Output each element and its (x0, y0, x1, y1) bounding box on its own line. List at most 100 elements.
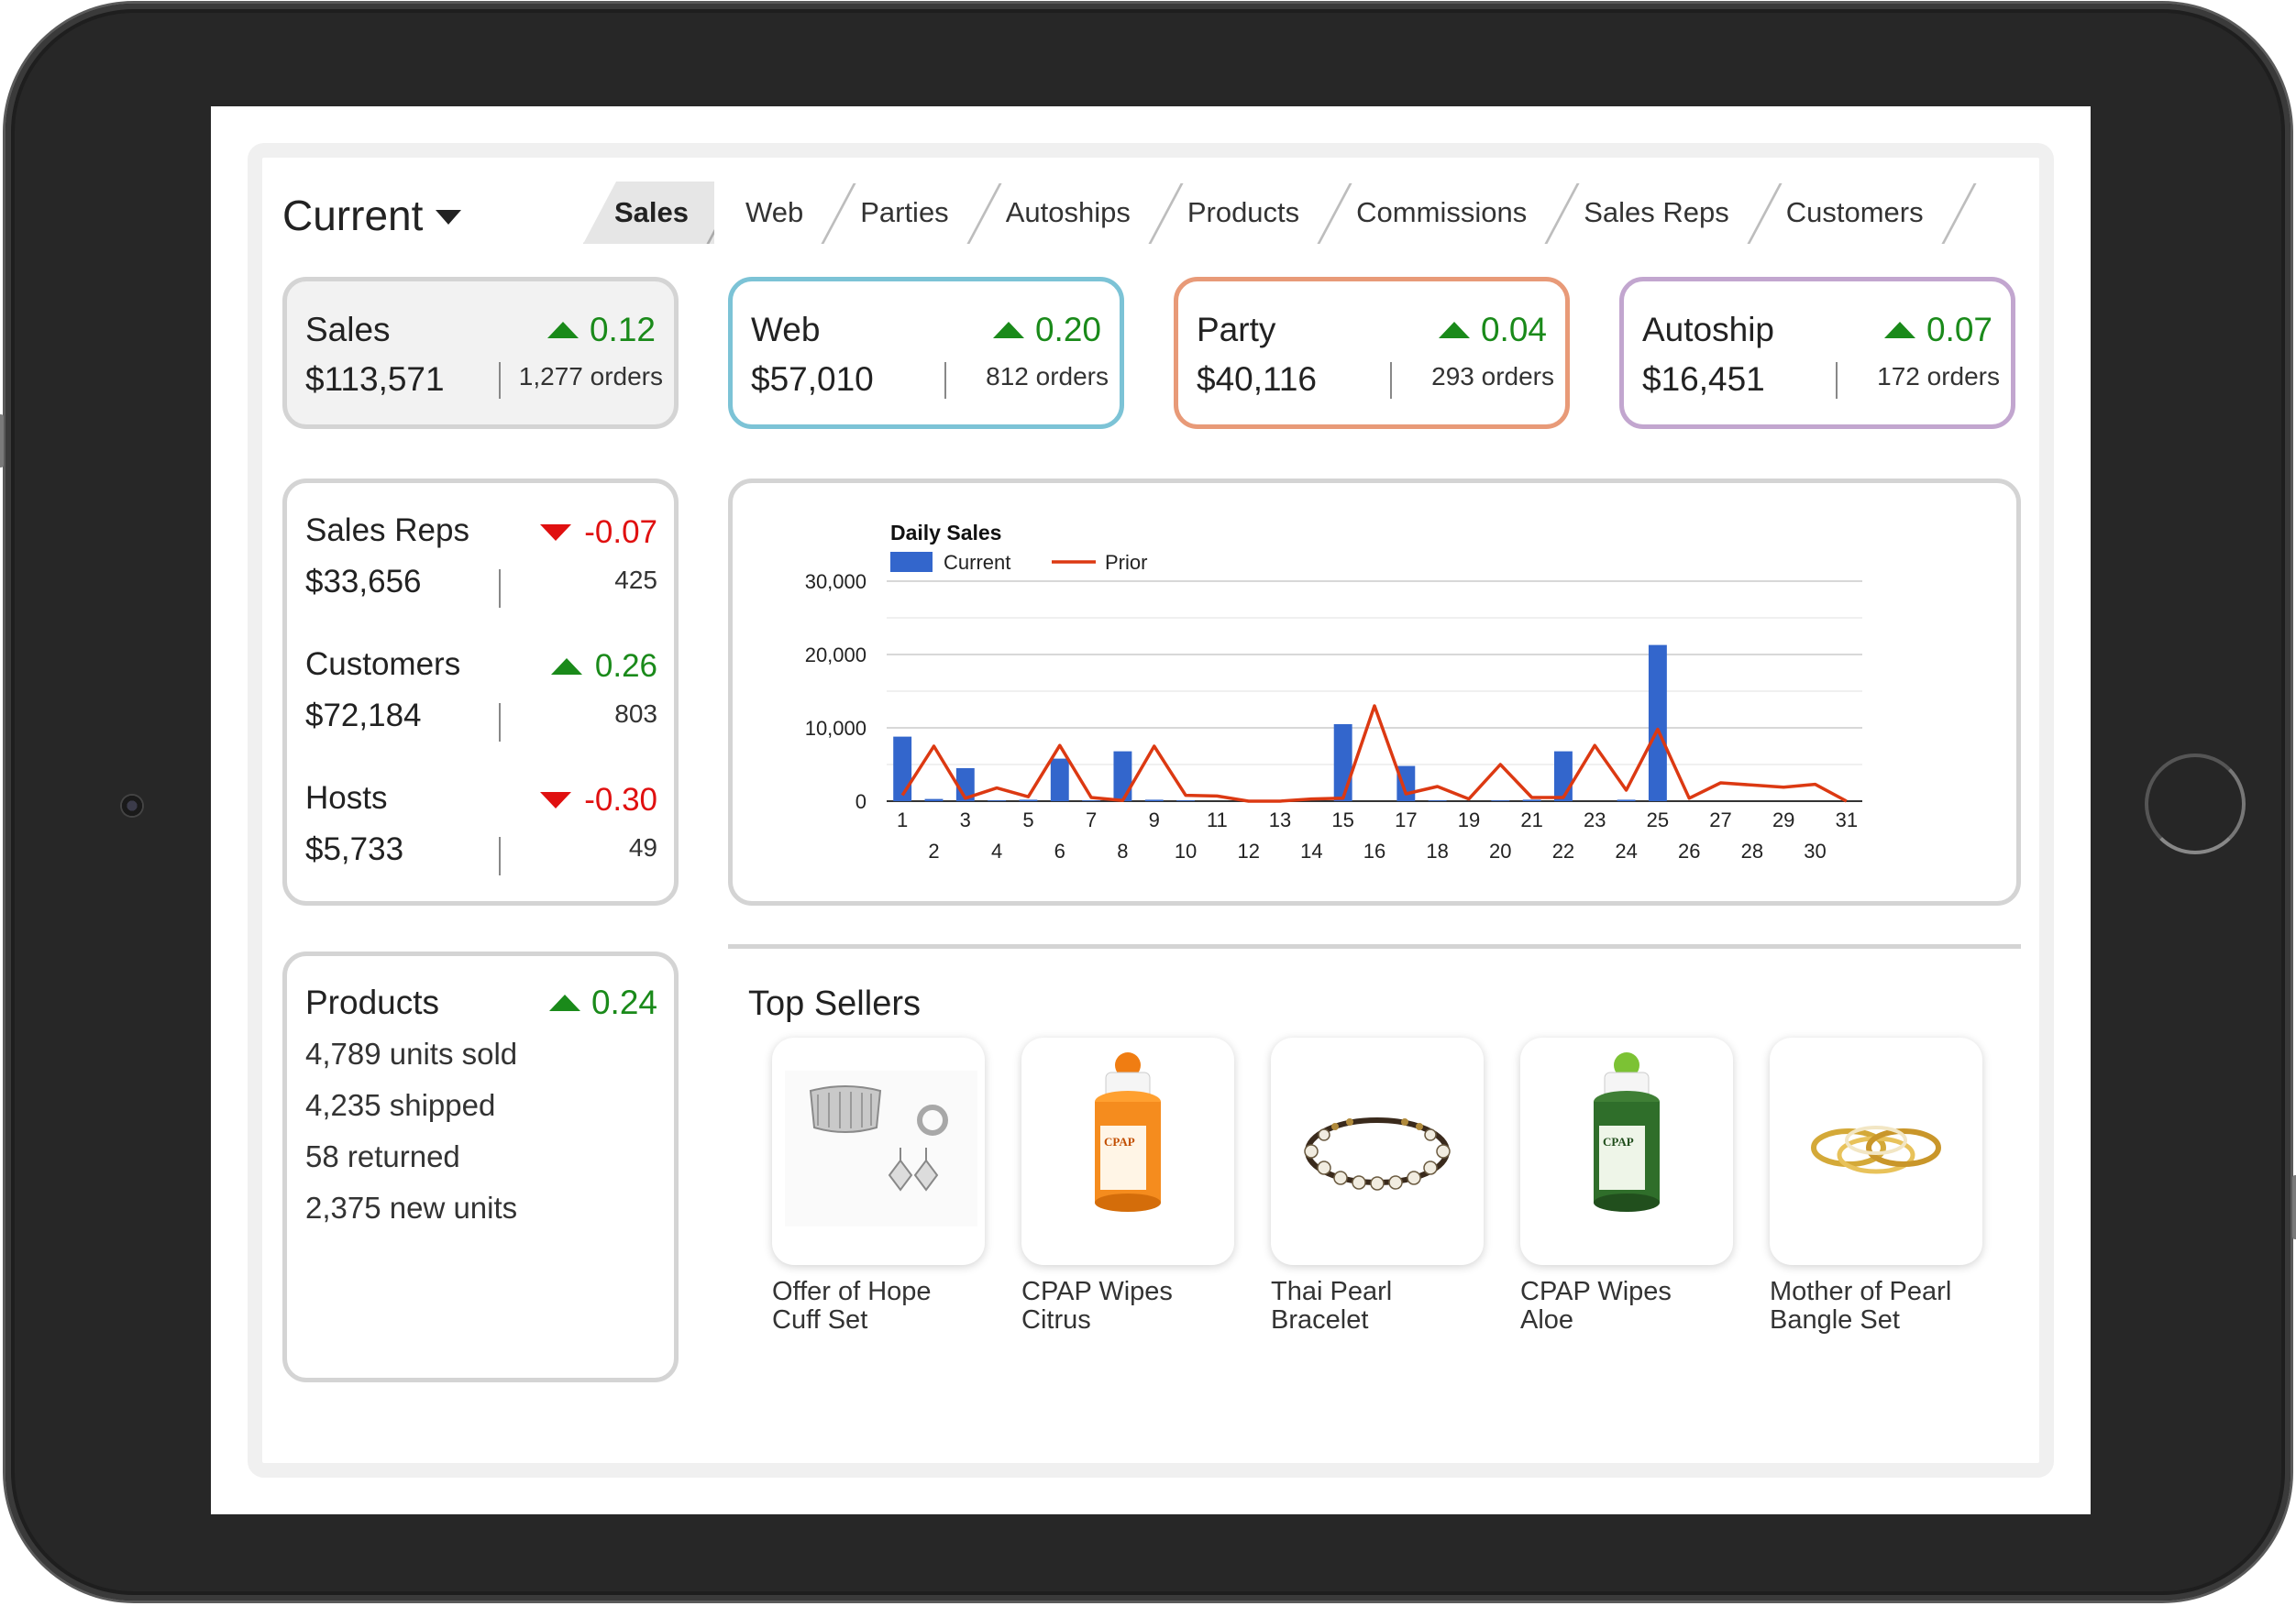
tab-autoships[interactable]: Autoships (975, 182, 1156, 244)
top-seller-item[interactable]: Thai Pearl Bracelet (1271, 1038, 1484, 1335)
chart-title: Daily Sales (890, 521, 1001, 544)
svg-text:CPAP: CPAP (1104, 1135, 1135, 1149)
kpi-name: Sales (305, 311, 391, 348)
product-thumbnail[interactable]: CPAP (1520, 1038, 1733, 1265)
product-name[interactable]: Offer of Hope Cuff Set (772, 1278, 1001, 1335)
kpi-orders: 812 orders (986, 362, 1109, 390)
stat-delta-value: 0.26 (594, 648, 657, 684)
tab-customers[interactable]: Customers (1755, 182, 1949, 244)
kpi-orders: 1,277 orders (518, 362, 663, 390)
product-name-line: Aloe (1520, 1305, 1574, 1335)
arrow-up-icon (548, 995, 580, 1011)
x-tick-label: 5 (1022, 808, 1033, 831)
products-delta: 0.24 (548, 984, 657, 1022)
kpi-delta-value: 0.04 (1480, 311, 1547, 348)
x-tick-label: 22 (1552, 840, 1574, 863)
kpi-card-sales[interactable]: Sales 0.12 $113,571 1,277 orders (282, 277, 679, 429)
product-thumbnail[interactable] (772, 1038, 985, 1265)
kpi-card-party[interactable]: Party 0.04 $40,116 293 orders (1174, 277, 1570, 429)
x-tick-label: 18 (1426, 840, 1448, 863)
divider (1390, 362, 1392, 399)
stats-card[interactable]: Sales Reps -0.07 $33,656 425 Customers 0… (282, 478, 679, 906)
x-tick-label: 6 (1054, 840, 1065, 863)
stat-name: Sales Reps (305, 512, 469, 548)
x-tick-label: 25 (1647, 808, 1669, 831)
products-name: Products (305, 984, 440, 1021)
bar (1491, 800, 1510, 801)
product-name[interactable]: CPAP Wipes Aloe (1520, 1278, 1750, 1335)
kpi-delta: 0.12 (546, 311, 656, 349)
x-tick-label: 27 (1709, 808, 1731, 831)
product-thumbnail[interactable]: CPAP (1021, 1038, 1234, 1265)
top-seller-item[interactable]: Offer of Hope Cuff Set (772, 1038, 985, 1335)
bar (1617, 799, 1636, 801)
arrow-up-icon (992, 322, 1024, 338)
tab-label: Parties (860, 196, 949, 228)
wipes-canister-orange-icon: CPAP (1095, 1052, 1161, 1212)
bar (1176, 800, 1196, 801)
x-tick-label: 8 (1117, 840, 1128, 863)
stat-count: 803 (614, 699, 657, 728)
tab-sales-reps[interactable]: Sales Reps (1552, 182, 1755, 244)
product-name-line: CPAP Wipes (1520, 1277, 1672, 1306)
product-name[interactable]: Mother of Pearl Bangle Set (1770, 1278, 1999, 1335)
stat-row-hosts: Hosts -0.30 $5,733 49 (287, 751, 674, 879)
x-tick-label: 21 (1520, 808, 1542, 831)
bar (1553, 751, 1573, 801)
x-tick-label: 17 (1395, 808, 1417, 831)
tab-commissions[interactable]: Commissions (1325, 182, 1552, 244)
arrow-down-icon (540, 792, 572, 808)
tab-label: Web (745, 196, 804, 228)
top-seller-item[interactable]: Mother of Pearl Bangle Set (1770, 1038, 1982, 1335)
bar (1050, 758, 1069, 801)
x-tick-label: 19 (1458, 808, 1480, 831)
x-tick-label: 26 (1678, 840, 1700, 863)
bar (1144, 799, 1164, 801)
top-seller-item[interactable]: CPAP CPAP Wipes Citrus (1021, 1038, 1234, 1335)
home-button[interactable] (2145, 754, 2246, 854)
product-thumbnail[interactable] (1770, 1038, 1982, 1265)
product-name-line: Bangle Set (1770, 1305, 1900, 1335)
tab-web[interactable]: Web (714, 182, 829, 244)
top-seller-item[interactable]: CPAP CPAP Wipes Aloe (1520, 1038, 1733, 1335)
tablet-frame: Current Sales Web Parties Autoships Prod… (0, 4, 2296, 1600)
daily-sales-chart-card: 30,000 20,000 10,000 0 1 2 3 4 5 6 7 8 9 10 11 12 13 14 15… (728, 478, 2021, 906)
x-tick-label: 11 (1207, 808, 1228, 831)
product-name[interactable]: Thai Pearl Bracelet (1271, 1278, 1500, 1335)
x-tick-label: 12 (1237, 840, 1259, 863)
daily-sales-chart: 30,00020,00010,0000123456789101112131415… (805, 521, 1862, 863)
products-card[interactable]: Products 0.24 4,789 units sold 4,235 shi… (282, 952, 679, 1382)
divider (1836, 362, 1838, 399)
units-returned: 58 returned (305, 1139, 460, 1173)
y-tick-label: 20,000 (805, 644, 867, 666)
product-name-line: Offer of Hope (772, 1277, 932, 1306)
period-dropdown[interactable]: Current (282, 191, 462, 240)
top-sellers-divider (728, 944, 2021, 949)
x-tick-label: 1 (897, 808, 908, 831)
product-name[interactable]: CPAP Wipes Citrus (1021, 1278, 1251, 1335)
kpi-card-web[interactable]: Web 0.20 $57,010 812 orders (728, 277, 1124, 429)
stat-delta-value: -0.30 (584, 782, 657, 818)
cuff-jewelry-icon (785, 1071, 977, 1226)
units-shipped: 4,235 shipped (305, 1088, 496, 1122)
kpi-name: Party (1197, 311, 1276, 348)
stat-name: Hosts (305, 780, 388, 816)
x-tick-label: 3 (960, 808, 971, 831)
volume-button (0, 414, 4, 468)
product-thumbnail[interactable] (1271, 1038, 1484, 1265)
stat-count: 49 (628, 833, 657, 862)
kpi-card-autoship[interactable]: Autoship 0.07 $16,451 172 orders (1619, 277, 2015, 429)
tab-parties[interactable]: Parties (829, 182, 974, 244)
kpi-orders: 293 orders (1431, 362, 1554, 390)
prior-series-line (900, 704, 1848, 803)
tab-products[interactable]: Products (1156, 182, 1325, 244)
kpi-delta: 0.07 (1883, 311, 1992, 349)
bar (1522, 799, 1541, 801)
kpi-amount: $16,451 (1642, 360, 1765, 398)
tab-sales[interactable]: Sales (583, 182, 715, 244)
tab-label: Sales (614, 196, 690, 228)
x-tick-label: 30 (1804, 840, 1826, 863)
arrow-down-icon (540, 524, 572, 541)
product-name-line: Bracelet (1271, 1305, 1369, 1335)
x-tick-label: 15 (1331, 808, 1353, 831)
